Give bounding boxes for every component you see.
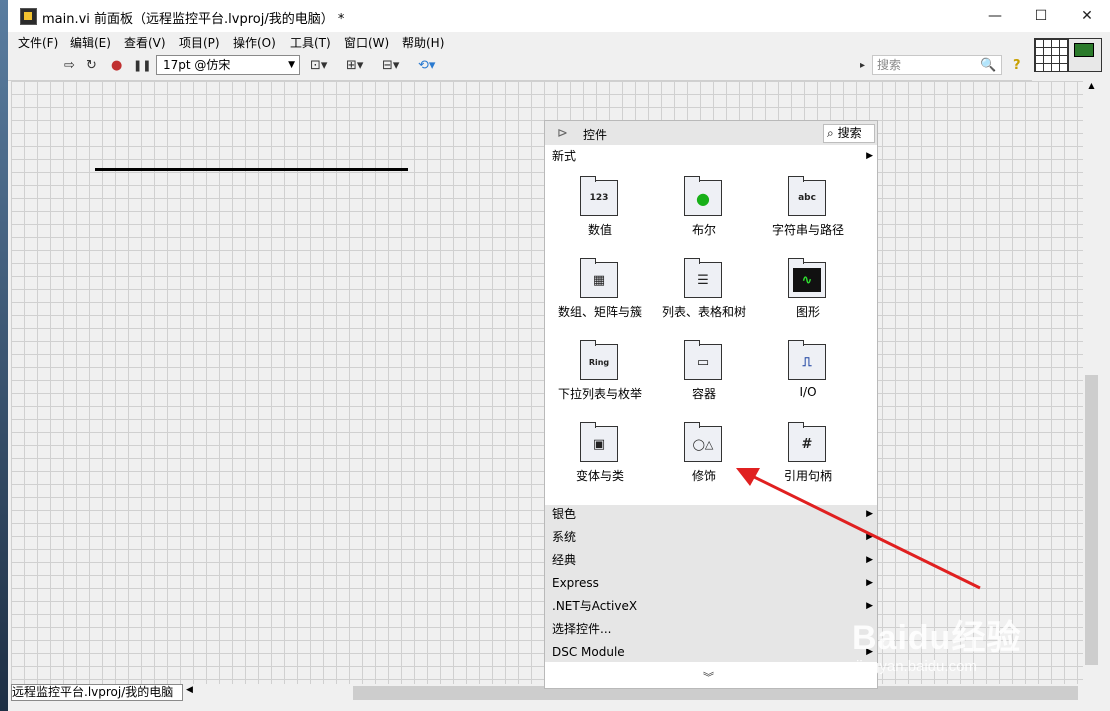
search-placeholder: 搜索 [877,58,902,72]
category-express[interactable]: Express ▶ [545,572,877,595]
subpalette-label: 列表、表格和树 [661,305,746,319]
font-value: 17pt @仿宋 [163,58,231,72]
category-dotnet-activex[interactable]: .NET与ActiveX ▶ [545,595,877,618]
vi-icon[interactable] [1068,38,1102,72]
boolean-icon: ● [684,176,722,216]
category-system[interactable]: 系统 ▶ [545,526,877,549]
menu-window[interactable]: 窗口(W) [344,34,389,51]
category-silver[interactable]: 银色 ▶ [545,503,877,526]
submenu-arrow-icon: ▶ [866,532,873,542]
variant-class-icon: ▣ [580,422,618,462]
subpalette-label: 引用句柄 [783,469,832,483]
abort-icon[interactable]: ● [111,58,122,74]
search-expand-icon[interactable]: ▸ [860,58,865,74]
category-label: 新式 [552,149,577,163]
category-dsc-module[interactable]: DSC Module ▶ [545,641,877,664]
menu-edit[interactable]: 编辑(E) [70,34,111,51]
subpalette-graph[interactable]: ∿ 图形 [753,256,863,338]
subpalette-decorations[interactable]: ◯△ 修饰 [649,420,759,502]
string-path-icon: abc [788,176,826,216]
decorations-icon: ◯△ [684,422,722,462]
decoration-line[interactable] [95,168,408,171]
submenu-arrow-icon: ▶ [866,555,873,565]
subpalette-boolean[interactable]: ● 布尔 [649,174,759,256]
subpalette-containers[interactable]: ▭ 容器 [649,338,759,420]
subpalette-label: 图形 [795,305,820,319]
subpalette-label: 容器 [691,387,716,401]
menu-view[interactable]: 查看(V) [124,34,166,51]
palette-search-button[interactable]: ⌕ 搜索 [823,124,875,143]
list-table-tree-icon: ☰ [684,258,722,298]
subpalette-label: 数组、矩阵与簇 [557,305,642,319]
desktop-background [0,0,8,711]
palette-search-label: 搜索 [837,126,862,140]
category-classic[interactable]: 经典 ▶ [545,549,877,572]
subpalette-numeric[interactable]: 123 数值 [545,174,655,256]
subpalette-ring-enum[interactable]: Ring 下拉列表与枚举 [545,338,655,420]
palette-title: 控件 [583,128,608,142]
pin-icon[interactable]: ⊳ [557,126,568,141]
project-context-status: 远程监控平台.lvproj/我的电脑 [11,684,183,701]
containers-icon: ▭ [684,340,722,380]
palette-header: ⊳ 控件 ⌕ 搜索 [545,121,877,146]
ring-enum-icon: Ring [580,340,618,380]
chevron-down-icon: ▼ [288,60,295,70]
minimize-button[interactable]: — [972,0,1018,32]
subpalette-io[interactable]: ⎍ I/O [753,338,863,420]
menu-bar: 文件(F) 编辑(E) 查看(V) 项目(P) 操作(O) 工具(T) 窗口(W… [8,32,1032,52]
subpalette-variant-class[interactable]: ▣ 变体与类 [545,420,655,502]
baidu-watermark: Baidu经验 jingyan.baidu.com [852,588,1072,698]
reorder-icon[interactable]: ⟲▾ [418,58,435,74]
menu-file[interactable]: 文件(F) [18,34,58,51]
subpalette-list-table-tree[interactable]: ☰ 列表、表格和树 [649,256,759,338]
subpalette-refnum[interactable]: # 引用句柄 [753,420,863,502]
subpalette-label: I/O [799,385,817,399]
menu-help[interactable]: 帮助(H) [402,34,444,51]
category-select-control[interactable]: 选择控件... [545,618,877,641]
scroll-left-icon[interactable]: ◀ [186,685,193,695]
run-icon[interactable]: ⇨ [64,58,75,74]
controls-palette: ⊳ 控件 ⌕ 搜索 新式 ▶ 123 数值 ● 布尔 abc 字符串与路径 ▦ … [544,120,878,689]
align-objects-icon[interactable]: ⊡▾ [310,58,327,74]
text-settings-dropdown[interactable]: 17pt @仿宋 ▼ [156,55,300,75]
subpalette-label: 修饰 [691,469,716,483]
subpalette-label: 变体与类 [575,469,624,483]
menu-operate[interactable]: 操作(O) [233,34,276,51]
subpalette-label: 字符串与路径 [771,223,844,237]
refnum-icon: # [788,422,826,462]
submenu-arrow-icon: ▶ [866,509,873,519]
labview-app-icon [20,8,37,25]
scroll-up-icon[interactable]: ▲ [1083,81,1100,90]
category-modern[interactable]: 新式 ▶ [545,145,877,168]
subpalette-label: 布尔 [691,223,716,237]
magnifier-icon: ⌕ [827,126,834,140]
subpalette-string-path[interactable]: abc 字符串与路径 [753,174,863,256]
resize-objects-icon[interactable]: ⊟▾ [382,58,399,74]
array-matrix-cluster-icon: ▦ [580,258,618,298]
pause-icon[interactable]: ❚❚ [133,58,151,74]
graph-icon: ∿ [788,258,826,298]
menu-tools[interactable]: 工具(T) [290,34,331,51]
subpalette-label: 数值 [587,223,612,237]
subpalette-label: 下拉列表与枚举 [557,387,642,401]
expand-more-icon[interactable]: ︾ [703,669,714,685]
watermark-url: jingyan.baidu.com [856,658,977,675]
subpalette-array-matrix-cluster[interactable]: ▦ 数组、矩阵与簇 [545,256,655,338]
watermark-logo-text: Baidu经验 [852,619,1022,657]
close-button[interactable]: ✕ [1064,0,1110,32]
io-icon: ⎍ [788,340,826,380]
vertical-scroll-thumb[interactable] [1085,375,1098,665]
help-icon[interactable]: ? [1013,58,1021,74]
window-title: main.vi 前面板（远程监控平台.lvproj/我的电脑） * [42,12,345,27]
search-icon[interactable]: 🔍 [980,58,996,74]
title-bar: main.vi 前面板（远程监控平台.lvproj/我的电脑） * — ☐ ✕ [8,0,1110,32]
submenu-arrow-icon: ▶ [866,151,873,161]
connector-pane-icon[interactable] [1034,38,1068,72]
maximize-button[interactable]: ☐ [1018,0,1064,32]
toolbar: ⇨ ↻ ● ❚❚ 17pt @仿宋 ▼ ⊡▾ ⊞▾ ⊟▾ ⟲▾ ▸ 搜索 🔍 ? [8,52,1032,81]
menu-project[interactable]: 项目(P) [179,34,220,51]
numeric-icon: 123 [580,176,618,216]
run-continuously-icon[interactable]: ↻ [86,58,97,74]
distribute-objects-icon[interactable]: ⊞▾ [346,58,363,74]
